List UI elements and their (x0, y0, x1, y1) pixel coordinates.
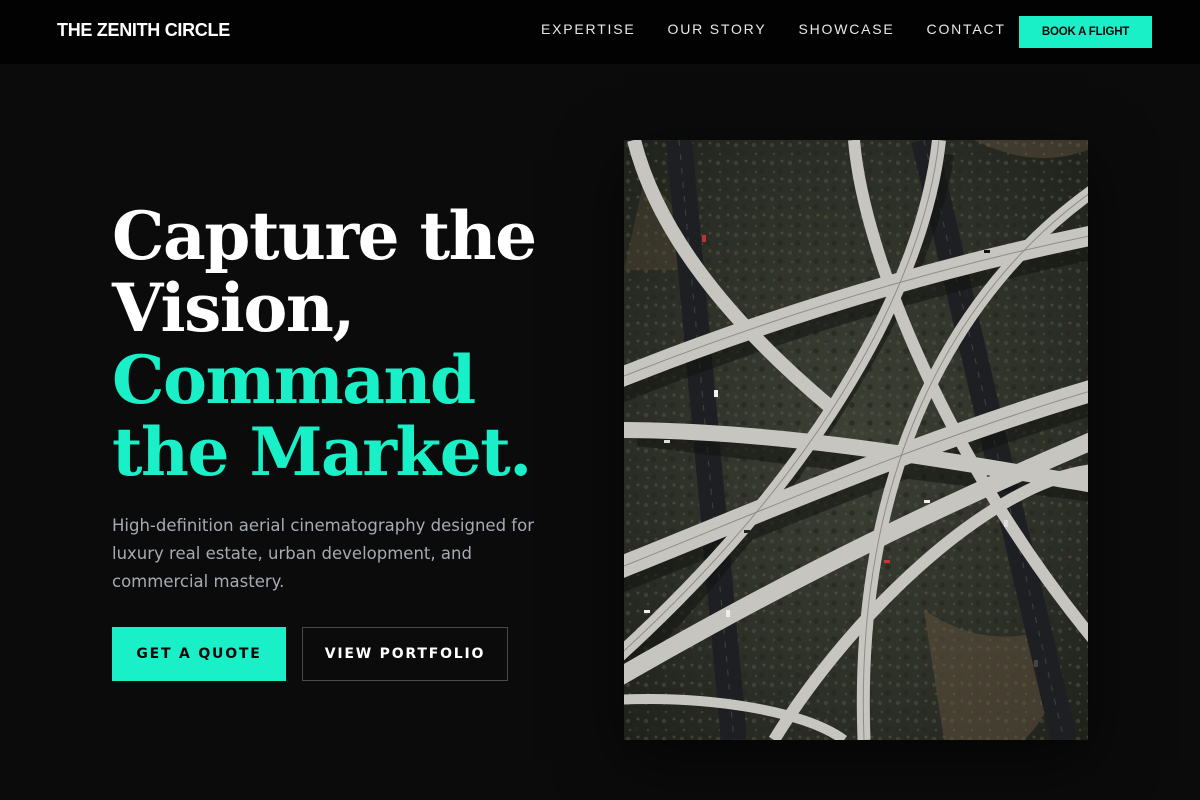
top-navbar: THE ZENITH CIRCLE EXPERTISE OUR STORY SH… (0, 0, 1200, 64)
book-a-flight-button[interactable]: BOOK A FLIGHT (1019, 16, 1152, 48)
get-a-quote-button[interactable]: GET A QUOTE (112, 627, 286, 681)
brand-logo[interactable]: THE ZENITH CIRCLE (57, 20, 230, 41)
nav-link-expertise[interactable]: EXPERTISE (541, 21, 636, 37)
headline-line-3: Command (112, 341, 476, 419)
view-portfolio-button[interactable]: VIEW PORTFOLIO (302, 627, 508, 681)
headline-line-4: the Market. (112, 413, 532, 491)
nav-link-contact[interactable]: CONTACT (927, 21, 1006, 37)
hero-headline: Capture the Vision, Command the Market. (112, 200, 572, 488)
hero-aerial-image (624, 140, 1088, 740)
headline-line-1: Capture the (112, 197, 537, 275)
headline-line-2: Vision, (112, 269, 355, 347)
nav-link-our-story[interactable]: OUR STORY (668, 21, 767, 37)
nav-link-showcase[interactable]: SHOWCASE (798, 21, 894, 37)
hero-subtext: High-definition aerial cinematography de… (112, 516, 534, 591)
nav-links: EXPERTISE OUR STORY SHOWCASE CONTACT (541, 21, 1038, 37)
